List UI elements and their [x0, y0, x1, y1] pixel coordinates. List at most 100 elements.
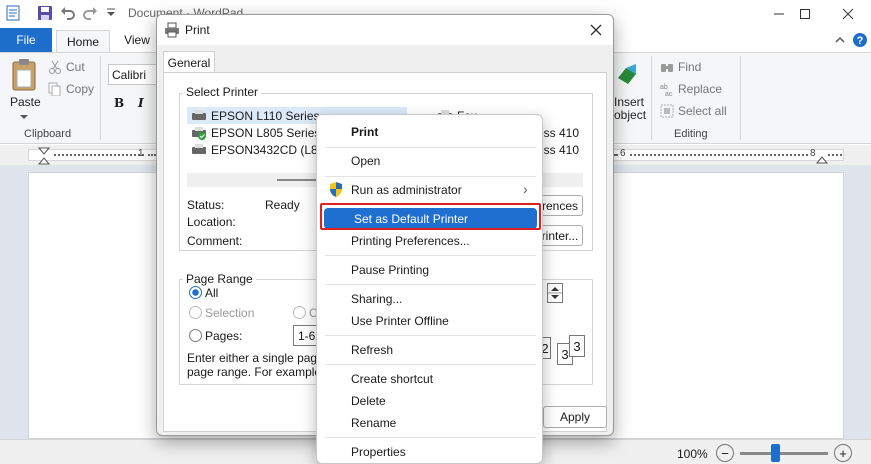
menu-item-create-shortcut[interactable]: Create shortcut [321, 368, 540, 389]
binoculars-icon [661, 64, 673, 72]
svg-text:ab: ab [660, 84, 668, 91]
tab-view[interactable]: View [112, 28, 162, 52]
all-pages-radio[interactable] [189, 286, 202, 299]
menu-separator [325, 335, 536, 336]
zoom-out-button[interactable]: − [716, 444, 734, 462]
pages-label: Pages: [205, 329, 243, 343]
replace-button[interactable]: ab ac Replace [660, 82, 722, 96]
ruler-number-6: 6 [620, 148, 626, 159]
scrollbar-thumb[interactable] [277, 179, 321, 181]
preferences-button[interactable]: rences [537, 195, 583, 216]
cut-button[interactable]: Cut [48, 60, 85, 74]
select-printer-legend: Select Printer [183, 85, 262, 99]
printer-name: EPSON L110 Series [211, 108, 320, 123]
paste-button[interactable]: Paste [10, 95, 41, 109]
ruler-ticks-left [54, 154, 144, 156]
insert-object-label-2[interactable]: object [614, 108, 646, 122]
all-pages-label: All [205, 286, 219, 300]
page-range-legend: Page Range [183, 272, 256, 286]
printer-name: EPSON L805 Series [211, 125, 321, 140]
select-all-icon [660, 104, 674, 118]
menu-item-sharing[interactable]: Sharing... [321, 288, 540, 309]
printer-item[interactable]: ess 410 [537, 124, 579, 141]
undo-icon[interactable] [59, 4, 77, 22]
font-family-select[interactable]: Calibri [108, 64, 160, 85]
selection-radio[interactable] [189, 306, 202, 319]
page-range-hint-2: page range. For example, 5 [187, 365, 335, 379]
highlight-frame [320, 203, 541, 230]
find-button[interactable]: Find [660, 60, 701, 74]
redo-icon[interactable] [81, 4, 99, 22]
printer-item[interactable]: EPSON L805 Series [191, 124, 320, 141]
paste-dropdown-icon[interactable] [20, 109, 28, 123]
printer-item[interactable]: EPSON L110 Series [191, 107, 320, 124]
customize-quick-access-icon[interactable] [102, 4, 120, 22]
ribbon-separator [740, 56, 741, 140]
menu-item-delete[interactable]: Delete [321, 390, 540, 411]
clipboard-group-label: Clipboard [24, 128, 72, 140]
select-all-button[interactable]: Select all [660, 104, 727, 118]
insert-object-icon[interactable] [614, 60, 640, 91]
find-printer-button[interactable]: rinter... [537, 225, 583, 246]
maximize-button[interactable] [782, 0, 828, 28]
replace-icon: abac [660, 84, 673, 96]
menu-item-refresh[interactable]: Refresh [321, 339, 540, 360]
zoom-slider-thumb[interactable] [771, 444, 781, 462]
printer-icon [164, 22, 180, 41]
apply-button[interactable]: Apply [543, 406, 607, 428]
ruler-number-8: 8 [810, 148, 816, 159]
help-icon[interactable]: ? [852, 32, 868, 48]
tab-file[interactable]: File [0, 28, 52, 52]
copies-spinner[interactable] [547, 283, 563, 303]
collapse-ribbon-icon[interactable] [832, 32, 848, 48]
menu-separator [325, 437, 536, 438]
cut-label: Cut [66, 60, 85, 74]
tab-general[interactable]: General [163, 51, 215, 73]
menu-item-print[interactable]: Print [321, 121, 540, 142]
location-label: Location: [187, 215, 236, 229]
select-all-label: Select all [678, 104, 727, 118]
print-dialog-close-button[interactable] [585, 19, 607, 41]
menu-item-pause-printing[interactable]: Pause Printing [321, 259, 540, 280]
bold-button[interactable]: B [114, 96, 124, 110]
copy-button[interactable]: Copy [48, 82, 94, 96]
ruler-number-1: 1 [138, 148, 144, 159]
ruler-ticks [148, 154, 156, 156]
save-icon[interactable] [36, 4, 54, 22]
printer-item[interactable]: ess 410 [537, 141, 579, 158]
status-value: Ready [265, 198, 300, 212]
current-page-radio[interactable] [293, 306, 306, 319]
italic-button[interactable]: I [138, 96, 144, 110]
printer-name: ess 410 [537, 142, 580, 157]
insert-object-label-1[interactable]: Insert [614, 95, 644, 109]
wordpad-app-icon[interactable] [4, 4, 22, 22]
pages-radio[interactable] [189, 329, 202, 342]
close-window-button[interactable] [825, 0, 871, 28]
print-dialog-title: Print [185, 23, 210, 37]
menu-separator [325, 255, 536, 256]
paste-icon[interactable] [10, 58, 38, 95]
printer-icon [192, 143, 206, 154]
menu-item-properties[interactable]: Properties [321, 441, 540, 462]
menu-item-run-as-administrator[interactable]: Run as administrator [321, 179, 540, 200]
zoom-slider-track[interactable] [740, 452, 828, 455]
zoom-in-button[interactable]: + [834, 444, 852, 462]
printer-context-menu: Print Open Run as administrator › Set as… [316, 114, 543, 464]
menu-item-rename[interactable]: Rename [321, 412, 540, 433]
menu-item-printing-preferences[interactable]: Printing Preferences... [321, 230, 540, 251]
menu-separator [325, 284, 536, 285]
selection-label: Selection [205, 306, 255, 320]
collate-page: 3 [569, 335, 585, 357]
menu-separator [325, 364, 536, 365]
ribbon-separator [100, 56, 101, 140]
menu-item-use-printer-offline[interactable]: Use Printer Offline [321, 310, 540, 331]
font-family-value: Calibri [112, 68, 147, 82]
menu-item-open[interactable]: Open [321, 150, 540, 171]
menu-separator [325, 147, 536, 148]
tab-home[interactable]: Home [56, 30, 110, 52]
printer-item[interactable]: EPSON3432CD (L805 [191, 141, 331, 158]
menu-item-label: Run as administrator [351, 182, 462, 197]
replace-label: Replace [678, 82, 723, 96]
find-label: Find [678, 60, 702, 74]
scissors-icon [49, 60, 61, 74]
